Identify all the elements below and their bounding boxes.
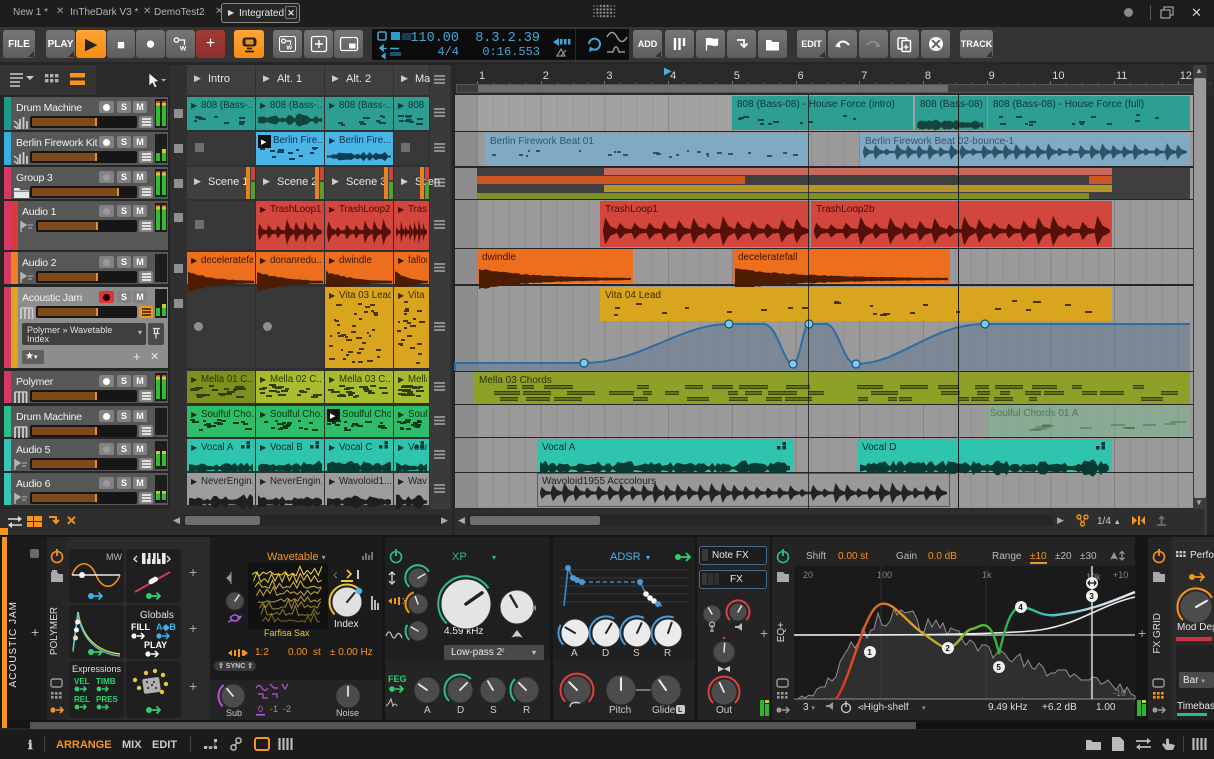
svg-text:MW: MW [106,552,122,562]
svg-text:FILL: FILL [131,622,150,632]
svg-text:D: D [457,705,464,716]
svg-text:R: R [523,705,530,716]
svg-text:D: D [602,648,609,659]
svg-text:Index: Index [334,619,358,630]
svg-text:Expressions: Expressions [72,664,122,674]
svg-text:-1: -1 [270,704,278,714]
svg-text:A◆B: A◆B [156,622,176,632]
svg-text:☇: ☇ [333,571,338,580]
svg-text:VEL: VEL [74,677,90,686]
svg-text:L: L [678,707,683,714]
svg-text:Pitch: Pitch [609,705,631,716]
svg-text:S: S [633,648,640,659]
svg-text:A: A [571,648,578,659]
svg-text:-2: -2 [283,704,291,714]
svg-text:Glide: Glide [652,705,676,716]
svg-text:Noise: Noise [336,708,359,718]
svg-text:1: 1 [867,648,872,657]
svg-text:TIMB: TIMB [96,677,116,686]
svg-text:A: A [424,705,431,716]
svg-text:Out: Out [716,705,732,716]
svg-text:S: S [490,705,497,716]
svg-text:3: 3 [1089,592,1094,601]
svg-text:5: 5 [996,663,1001,672]
svg-text:Globals: Globals [140,610,174,621]
svg-text:4: 4 [1018,603,1023,612]
svg-text:Sub: Sub [226,708,242,718]
svg-text:2: 2 [945,644,950,653]
svg-text:0: 0 [258,704,263,714]
svg-text:PLAY: PLAY [144,640,167,650]
svg-text:REL: REL [74,695,90,704]
svg-text:PRES: PRES [96,695,118,704]
svg-text:R: R [664,648,671,659]
